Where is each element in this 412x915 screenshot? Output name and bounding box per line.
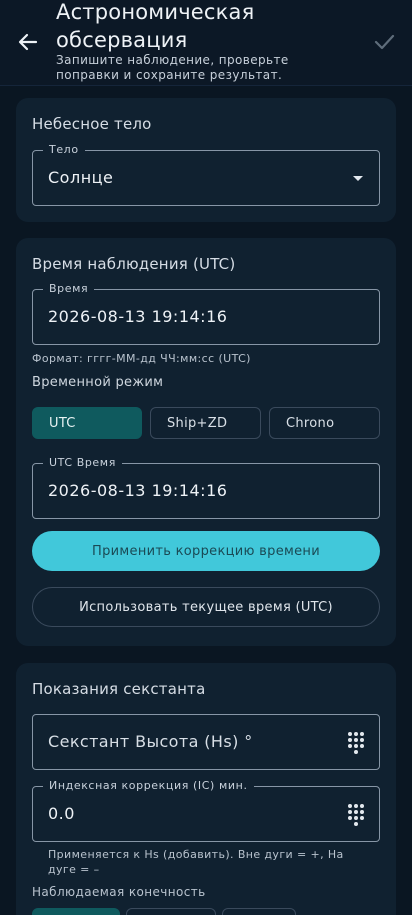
app-bar: Астрономическая обсервация Запишите набл… <box>0 0 412 86</box>
hs-input[interactable]: Секстант Высота (Hs) ° <box>32 714 380 770</box>
sextant-card: Показания секстанта Секстант Высота (Hs)… <box>16 663 396 915</box>
back-button[interactable] <box>14 28 42 56</box>
mode-chrono-button[interactable]: Chrono <box>269 407 380 439</box>
section-title: Небесное тело <box>32 115 152 133</box>
section-title: Показания секстанта <box>32 680 206 698</box>
mode-utc-button[interactable]: UTC <box>32 407 142 439</box>
mode-ship-zd-button[interactable]: Ship+ZD <box>150 407 261 439</box>
ic-value: 0.0 <box>48 804 75 823</box>
check-icon <box>374 34 395 50</box>
celestial-body-card: Небесное тело Тело Солнце <box>16 98 396 222</box>
limb-option-2[interactable] <box>126 908 216 915</box>
field-label: UTC Время <box>43 456 122 469</box>
limb-option-3[interactable] <box>222 908 296 915</box>
arrow-back-icon <box>18 33 38 51</box>
time-value: 2026-08-13 19:14:16 <box>48 307 228 326</box>
dropdown-arrow-icon <box>353 176 363 181</box>
hs-placeholder: Секстант Высота (Hs) ° <box>48 732 253 751</box>
index-correction-input[interactable]: Индексная коррекция (IC) мин. 0.0 <box>32 779 380 842</box>
save-button[interactable] <box>370 28 398 56</box>
limb-option-1[interactable] <box>32 908 120 915</box>
field-label: Индексная коррекция (IC) мин. <box>43 779 254 792</box>
time-input[interactable]: Время 2026-08-13 19:14:16 <box>32 282 380 345</box>
dialpad-icon <box>348 732 364 754</box>
body-value: Солнце <box>48 168 114 187</box>
ic-helper-text: Применяется к Hs (добавить). Вне дуги = … <box>48 848 344 876</box>
utc-time-input[interactable]: UTC Время 2026-08-13 19:14:16 <box>32 456 380 519</box>
use-current-time-button[interactable]: Использовать текущее время (UTC) <box>32 587 380 627</box>
field-label: Время <box>43 282 95 295</box>
time-mode-label: Временной режим <box>32 375 164 390</box>
apply-time-correction-button[interactable]: Применить коррекцию времени <box>32 531 380 571</box>
observation-time-card: Время наблюдения (UTC) Время 2026-08-13 … <box>16 238 396 646</box>
utc-time-value: 2026-08-13 19:14:16 <box>48 481 228 500</box>
format-hint: Формат: гггг-ММ-дд ЧЧ:мм:сс (UTC) <box>32 352 251 365</box>
dialpad-icon <box>348 804 364 826</box>
section-title: Время наблюдения (UTC) <box>32 255 236 273</box>
field-label: Тело <box>43 143 85 156</box>
body-select[interactable]: Тело Солнце <box>32 143 380 206</box>
observed-limb-label: Наблюдаемая конечность <box>32 885 206 899</box>
page-subtitle: Запишите наблюдение, проверьте поправки … <box>56 53 289 82</box>
page-title: Астрономическая обсервация <box>56 0 255 52</box>
